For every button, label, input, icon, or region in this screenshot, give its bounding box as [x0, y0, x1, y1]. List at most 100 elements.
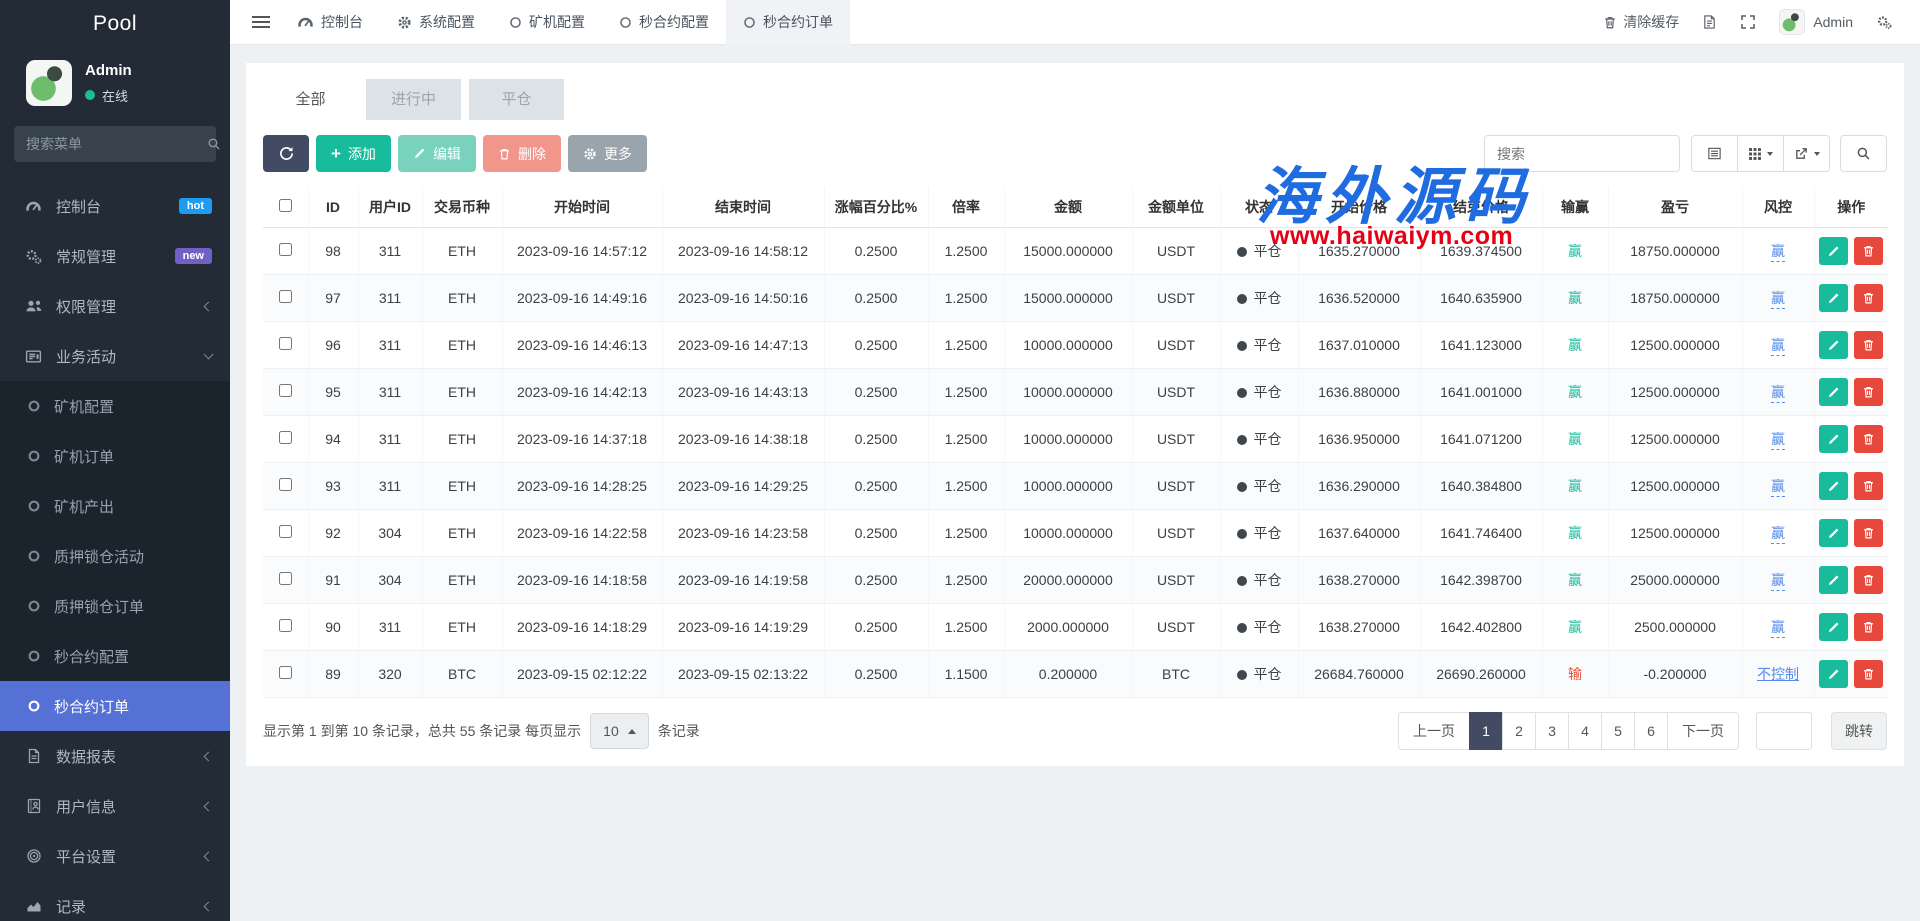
row-checkbox[interactable]	[279, 431, 292, 444]
edit-button[interactable]: 编辑	[398, 135, 476, 172]
risk-control-link[interactable]: 赢	[1771, 619, 1785, 638]
sidebar-item[interactable]: 用户信息	[0, 781, 230, 831]
row-delete-button[interactable]	[1854, 331, 1883, 359]
row-checkbox[interactable]	[279, 478, 292, 491]
next-page-button[interactable]: 下一页	[1667, 712, 1739, 750]
sidebar-subitem[interactable]: 矿机订单	[0, 431, 230, 481]
risk-control-link[interactable]: 赢	[1771, 525, 1785, 544]
cell-amount: 10000.000000	[1004, 463, 1132, 510]
filter-tab[interactable]: 进行中	[366, 79, 461, 120]
columns-button[interactable]	[1737, 135, 1784, 172]
cell-result: 赢	[1542, 463, 1608, 510]
row-checkbox[interactable]	[279, 619, 292, 632]
risk-control-link[interactable]: 不控制	[1757, 666, 1799, 682]
page-number-button[interactable]: 4	[1568, 712, 1602, 750]
topbar-tab[interactable]: 系统配置	[380, 0, 492, 45]
row-edit-button[interactable]	[1819, 566, 1848, 594]
risk-control-link[interactable]: 赢	[1771, 572, 1785, 591]
risk-control-link[interactable]: 赢	[1771, 337, 1785, 356]
sidebar-item[interactable]: 数据报表	[0, 731, 230, 781]
row-delete-button[interactable]	[1854, 378, 1883, 406]
row-edit-button[interactable]	[1819, 660, 1848, 688]
clear-cache-button[interactable]: 清除缓存	[1603, 12, 1679, 32]
sidebar-item[interactable]: 控制台hot	[0, 181, 230, 231]
sidebar-item[interactable]: 记录	[0, 881, 230, 921]
sidebar-item[interactable]: 权限管理	[0, 281, 230, 331]
add-button[interactable]: + 添加	[316, 135, 391, 172]
row-delete-button[interactable]	[1854, 237, 1883, 265]
sidebar-item[interactable]: 平台设置	[0, 831, 230, 881]
sidebar-search-input[interactable]	[26, 136, 207, 152]
sidebar-subitem[interactable]: 矿机配置	[0, 381, 230, 431]
risk-control-link[interactable]: 赢	[1771, 431, 1785, 450]
column-header: 涨幅百分比%	[824, 187, 928, 228]
chevron-left-icon	[204, 901, 214, 911]
hamburger-menu-icon[interactable]	[252, 16, 270, 28]
risk-control-link[interactable]: 赢	[1771, 384, 1785, 403]
page-number-button[interactable]: 5	[1601, 712, 1635, 750]
topbar-tab[interactable]: 控制台	[280, 0, 380, 45]
row-delete-button[interactable]	[1854, 425, 1883, 453]
topbar-tab[interactable]: 秒合约订单	[726, 0, 850, 45]
row-edit-button[interactable]	[1819, 237, 1848, 265]
row-edit-button[interactable]	[1819, 613, 1848, 641]
row-delete-button[interactable]	[1854, 472, 1883, 500]
row-edit-button[interactable]	[1819, 472, 1848, 500]
page-number-button[interactable]: 1	[1469, 712, 1503, 750]
refresh-button[interactable]	[263, 135, 309, 172]
user-menu[interactable]: Admin	[1779, 9, 1853, 35]
file-text-icon[interactable]	[1702, 14, 1717, 30]
detail-view-button[interactable]	[1691, 135, 1738, 172]
sidebar-subitem[interactable]: 秒合约订单	[0, 681, 230, 731]
table-search-input[interactable]	[1484, 135, 1680, 172]
export-button[interactable]	[1783, 135, 1830, 172]
sidebar-item[interactable]: 业务活动	[0, 331, 230, 381]
row-edit-button[interactable]	[1819, 519, 1848, 547]
prev-page-button[interactable]: 上一页	[1398, 712, 1470, 750]
fullscreen-icon[interactable]	[1740, 14, 1756, 30]
row-delete-button[interactable]	[1854, 660, 1883, 688]
more-button[interactable]: 更多	[568, 135, 647, 172]
page-jump-button[interactable]: 跳转	[1831, 712, 1887, 750]
row-checkbox[interactable]	[279, 243, 292, 256]
row-checkbox[interactable]	[279, 384, 292, 397]
row-edit-button[interactable]	[1819, 331, 1848, 359]
risk-control-link[interactable]: 赢	[1771, 290, 1785, 309]
row-delete-button[interactable]	[1854, 519, 1883, 547]
gear-icon[interactable]	[1876, 14, 1892, 30]
search-button[interactable]	[1840, 135, 1887, 172]
row-edit-button[interactable]	[1819, 425, 1848, 453]
sidebar-subitem[interactable]: 矿机产出	[0, 481, 230, 531]
row-checkbox[interactable]	[279, 525, 292, 538]
risk-control-link[interactable]: 赢	[1771, 478, 1785, 497]
sidebar-subitem[interactable]: 秒合约配置	[0, 631, 230, 681]
row-checkbox[interactable]	[279, 572, 292, 585]
cell-end-time: 2023-09-16 14:29:25	[662, 463, 824, 510]
delete-button[interactable]: 删除	[483, 135, 561, 172]
row-delete-button[interactable]	[1854, 566, 1883, 594]
page-size-select[interactable]: 10	[590, 713, 649, 749]
topbar-tab[interactable]: 矿机配置	[492, 0, 602, 45]
filter-tab[interactable]: 平仓	[469, 79, 564, 120]
row-delete-button[interactable]	[1854, 284, 1883, 312]
select-all-checkbox[interactable]	[279, 199, 292, 212]
page-number-button[interactable]: 6	[1634, 712, 1668, 750]
sidebar-subitem[interactable]: 质押锁仓订单	[0, 581, 230, 631]
page-number-button[interactable]: 3	[1535, 712, 1569, 750]
page-number-button[interactable]: 2	[1502, 712, 1536, 750]
risk-control-link[interactable]: 赢	[1771, 243, 1785, 262]
row-checkbox[interactable]	[279, 666, 292, 679]
cell-end-price: 1641.071200	[1420, 416, 1542, 463]
sidebar-item[interactable]: 常规管理new	[0, 231, 230, 281]
cell-result: 赢	[1542, 275, 1608, 322]
filter-tab[interactable]: 全部	[263, 79, 358, 120]
row-checkbox[interactable]	[279, 337, 292, 350]
page-jump-input[interactable]	[1756, 712, 1812, 750]
row-checkbox[interactable]	[279, 290, 292, 303]
sidebar-subitem[interactable]: 质押锁仓活动	[0, 531, 230, 581]
cell-coin: ETH	[422, 322, 502, 369]
topbar-tab[interactable]: 秒合约配置	[602, 0, 726, 45]
row-edit-button[interactable]	[1819, 378, 1848, 406]
row-edit-button[interactable]	[1819, 284, 1848, 312]
row-delete-button[interactable]	[1854, 613, 1883, 641]
